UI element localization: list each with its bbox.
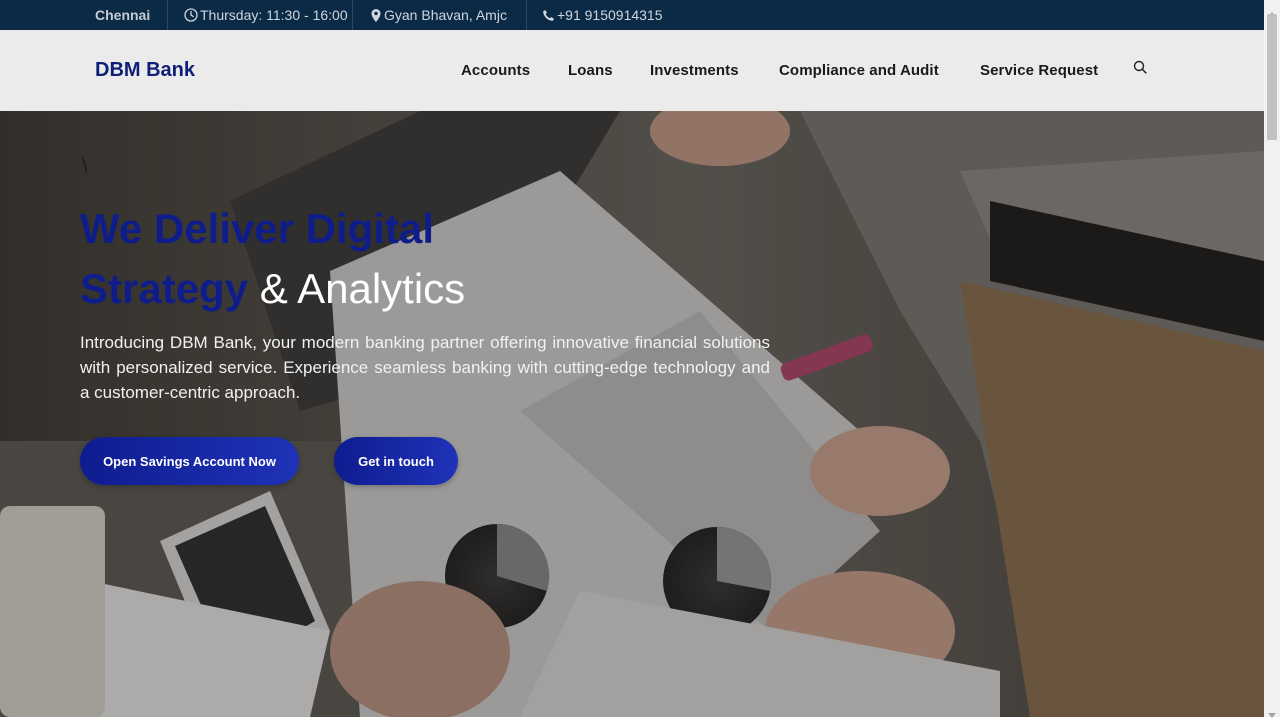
get-in-touch-button[interactable]: Get in touch xyxy=(334,437,458,485)
divider xyxy=(167,0,168,30)
location-pin-icon xyxy=(370,8,382,23)
search-icon[interactable] xyxy=(1133,60,1149,76)
hero-headline: We Deliver Digital Strategy & Analytics xyxy=(80,199,780,319)
location-info: Gyan Bhavan, Amjc xyxy=(370,0,507,30)
main-header: DBM Bank Accounts Loans Investments Comp… xyxy=(0,30,1264,111)
hero-section: \ We Deliver Digital Strategy & Analytic… xyxy=(0,111,1264,717)
divider xyxy=(352,0,353,30)
divider xyxy=(526,0,527,30)
hours-info: Thursday: 11:30 - 16:00 xyxy=(184,0,348,30)
hours-text: Thursday: 11:30 - 16:00 xyxy=(200,7,348,23)
stray-backslash-text: \ xyxy=(82,155,88,177)
nav-compliance-and-audit[interactable]: Compliance and Audit xyxy=(779,30,939,111)
headline-strong: Strategy xyxy=(80,265,249,312)
open-savings-account-button[interactable]: Open Savings Account Now xyxy=(80,437,299,485)
headline-rest: & Analytics xyxy=(259,265,466,312)
page-scrollbar[interactable] xyxy=(1264,0,1280,718)
scroll-down-arrow-icon[interactable] xyxy=(1268,706,1276,718)
headline-line-1: We Deliver Digital xyxy=(80,205,435,252)
headline-line-2: Strategy & Analytics xyxy=(80,259,780,319)
city-label: Chennai xyxy=(95,7,151,23)
nav-accounts[interactable]: Accounts xyxy=(461,30,530,111)
nav-service-request[interactable]: Service Request xyxy=(980,30,1098,111)
phone-info[interactable]: +91 9150914315 xyxy=(542,0,663,30)
clock-icon xyxy=(184,8,198,22)
phone-text[interactable]: +91 9150914315 xyxy=(557,7,663,23)
nav-loans[interactable]: Loans xyxy=(568,30,613,111)
nav-investments[interactable]: Investments xyxy=(650,30,739,111)
top-info-bar: Chennai Thursday: 11:30 - 16:00 Gyan Bha… xyxy=(0,0,1264,30)
phone-icon xyxy=(542,9,555,22)
hero-intro-text: Introducing DBM Bank, your modern bankin… xyxy=(80,333,770,402)
location-text: Gyan Bhavan, Amjc xyxy=(384,7,507,23)
scroll-up-arrow-icon[interactable] xyxy=(1268,4,1276,17)
brand-logo[interactable]: DBM Bank xyxy=(95,30,195,111)
scrollbar-thumb[interactable] xyxy=(1267,14,1277,140)
